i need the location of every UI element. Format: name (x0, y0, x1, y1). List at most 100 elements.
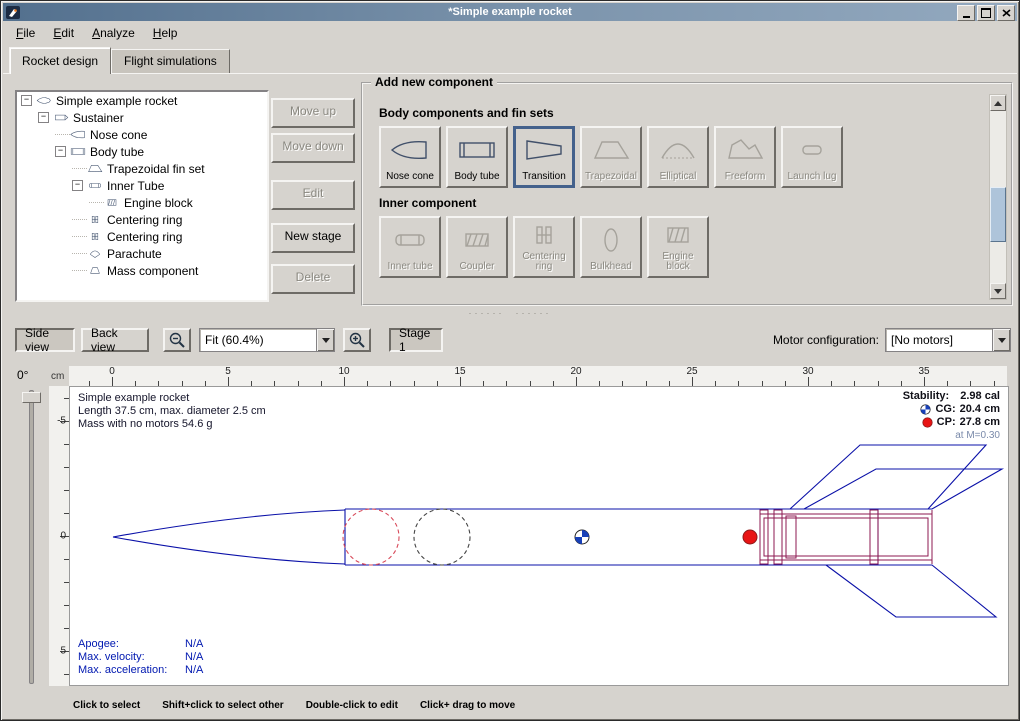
motor-config-arrow[interactable] (992, 329, 1010, 351)
group-title: Add new component (371, 75, 497, 89)
tab-rocket-design[interactable]: Rocket design (9, 47, 111, 74)
rotation-slider-thumb[interactable] (22, 392, 41, 403)
component-tree[interactable]: −Simple example rocket−SustainerNose con… (15, 90, 269, 302)
title-bar[interactable]: *Simple example rocket (3, 3, 1017, 21)
tree-item-centering-ring-8[interactable]: Centering ring (17, 228, 267, 245)
minimize-icon (963, 16, 970, 18)
body-tube-icon (457, 128, 497, 172)
scrollbar-thumb[interactable] (990, 187, 1006, 242)
edit-button: Edit (271, 180, 355, 210)
fin-icon (591, 128, 631, 172)
arrow-down-icon (994, 289, 1002, 294)
rocket-mass: Mass with no motors 54.6 g (78, 418, 266, 431)
motor-config-select[interactable]: [No motors] (885, 328, 1011, 352)
collapse-toggle[interactable]: − (72, 180, 83, 191)
zoom-select[interactable]: Fit (60.4%) (199, 328, 335, 352)
status-hint: Double-click to edit (306, 700, 398, 711)
component-button-label: Engine block (649, 252, 707, 272)
add-body-tube-button[interactable]: Body tube (446, 126, 508, 188)
tree-item-body-tube-3[interactable]: −Body tube (17, 143, 267, 160)
tree-item-label: Inner Tube (105, 179, 164, 193)
nose-cone-icon (390, 128, 430, 172)
collapse-toggle[interactable]: − (55, 146, 66, 157)
tree-item-label: Engine block (122, 196, 193, 210)
menu-help[interactable]: Help (144, 23, 187, 43)
ruler-top: 05101520253035 (69, 366, 1007, 387)
component-button-row: Nose coneBody tubeTransitionTrapezoidalE… (379, 126, 981, 188)
rotation-slider-track[interactable] (29, 390, 34, 684)
flight-row-max-velocity: Max. velocity:N/A (78, 651, 203, 664)
minimize-button[interactable] (957, 5, 975, 21)
ruler-left: -505 (49, 386, 70, 686)
fin-lower[interactable] (826, 565, 996, 617)
status-hint: Click+ drag to move (420, 700, 515, 711)
body-tube-icon (70, 146, 88, 157)
zoom-in-icon (348, 331, 366, 349)
component-button-label: Body tube (453, 172, 500, 182)
add-launch-lug-button: Launch lug (781, 126, 843, 188)
close-button[interactable] (997, 5, 1015, 21)
maximize-button[interactable] (977, 5, 995, 21)
collapse-toggle[interactable]: − (21, 95, 32, 106)
splitpane-handle[interactable]: ······ ······ (469, 308, 552, 318)
tree-item-mass-component-10[interactable]: Mass component (17, 262, 267, 279)
ruler-unit: cm (51, 371, 64, 382)
tree-item-trapezoidal-fin-set-4[interactable]: Trapezoidal fin set (17, 160, 267, 177)
app-window: *Simple example rocket FileEditAnalyzeHe… (0, 0, 1020, 721)
add-transition-button[interactable]: Transition (513, 126, 575, 188)
tree-connector (72, 236, 87, 237)
rocket-view: 0° cm 05101520253035 -505 (7, 362, 1015, 694)
maximize-icon (981, 8, 991, 18)
component-button-label: Inner tube (386, 262, 433, 272)
cg-marker (575, 530, 589, 544)
fin-upper[interactable] (790, 445, 986, 509)
arrow-up-icon (994, 101, 1002, 106)
inner-tube-icon (390, 218, 430, 262)
tree-item-sustainer-1[interactable]: −Sustainer (17, 109, 267, 126)
transition-icon (524, 128, 564, 172)
collapse-toggle[interactable]: − (38, 112, 49, 123)
delete-button: Delete (271, 264, 355, 294)
tree-item-nose-cone-2[interactable]: Nose cone (17, 126, 267, 143)
tree-item-parachute-9[interactable]: Parachute (17, 245, 267, 262)
component-button-label: Nose cone (385, 172, 435, 182)
add-nose-cone-button[interactable]: Nose cone (379, 126, 441, 188)
scroll-down-button[interactable] (990, 283, 1006, 299)
parachute-outline[interactable] (343, 509, 399, 565)
tab-flight-simulations[interactable]: Flight simulations (111, 49, 230, 73)
design-canvas[interactable]: Simple example rocket Length 37.5 cm, ma… (69, 386, 1009, 686)
app-icon[interactable] (6, 6, 20, 19)
tree-item-engine-block-6[interactable]: Engine block (17, 194, 267, 211)
scroll-up-button[interactable] (990, 95, 1006, 111)
view-toolbar: Side view Back view Fit (60.4%) (13, 326, 1011, 354)
zoom-select-arrow[interactable] (316, 329, 334, 351)
add-bulkhead-button: Bulkhead (580, 216, 642, 278)
zoom-in-button[interactable] (343, 328, 371, 352)
back-view-button[interactable]: Back view (81, 328, 149, 352)
menu-analyze[interactable]: Analyze (83, 23, 144, 43)
tree-item-centering-ring-7[interactable]: Centering ring (17, 211, 267, 228)
tree-item-label: Parachute (105, 247, 162, 261)
design-info: Simple example rocket Length 37.5 cm, ma… (78, 392, 266, 431)
add-elliptical-button: Elliptical (647, 126, 709, 188)
new-stage-button[interactable]: New stage (271, 223, 355, 253)
component-scrollbar[interactable] (989, 94, 1007, 300)
add-coupler-button: Coupler (446, 216, 508, 278)
section-heading-inner-component: Inner component (379, 196, 981, 210)
tree-item-inner-tube-5[interactable]: − Inner Tube (17, 177, 267, 194)
stage-1-toggle[interactable]: Stage 1 (389, 328, 443, 352)
fin-upper-2[interactable] (804, 469, 1002, 509)
side-view-button[interactable]: Side view (15, 328, 75, 352)
menu-edit[interactable]: Edit (44, 23, 83, 43)
rocket-drawing[interactable] (70, 387, 1008, 685)
menu-file[interactable]: File (7, 23, 44, 43)
component-button-label: Elliptical (659, 172, 698, 182)
move-up-button: Move up (271, 98, 355, 128)
status-hints: Click to selectShift+click to select oth… (73, 700, 537, 711)
tree-item-simple-example-rocket-0[interactable]: −Simple example rocket (17, 92, 267, 109)
tab-row: Rocket designFlight simulations (3, 45, 1017, 73)
zoom-out-button[interactable] (163, 328, 191, 352)
add-freeform-button: Freeform (714, 126, 776, 188)
mass-component-outline[interactable] (414, 509, 470, 565)
mass-icon (87, 265, 105, 276)
